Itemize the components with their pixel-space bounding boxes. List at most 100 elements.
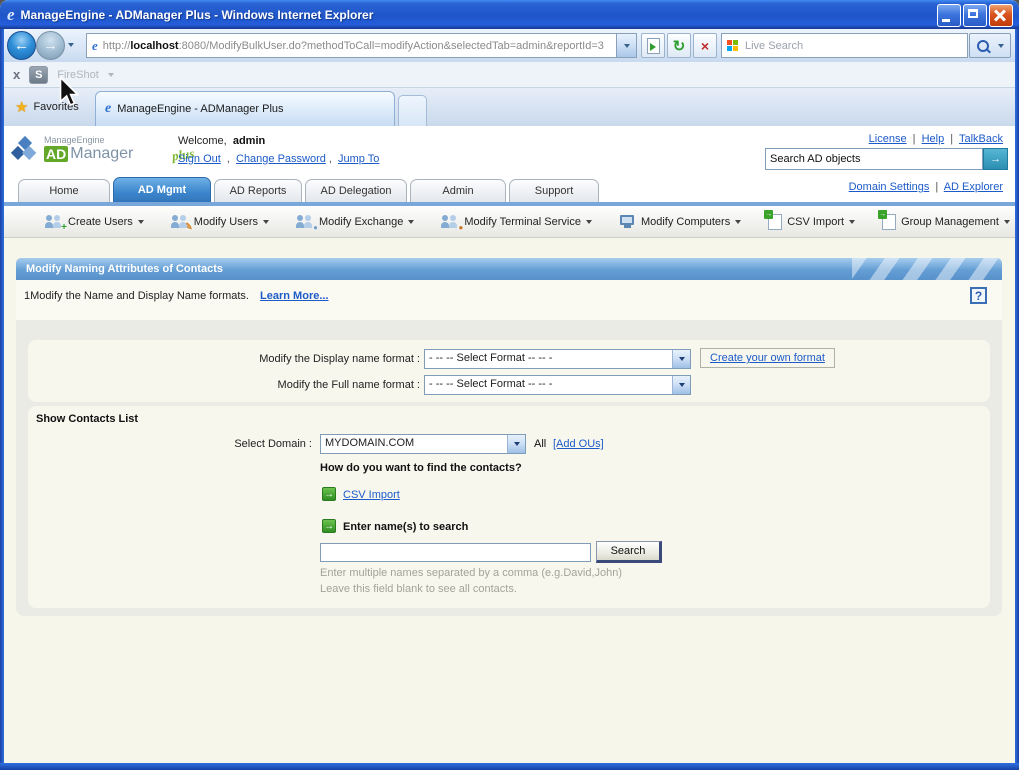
search-button[interactable]: Search [596,541,662,563]
fireshot-dropdown-icon[interactable] [107,72,114,77]
find-contacts-question: How do you want to find the contacts? [320,462,522,474]
ad-explorer-link[interactable]: AD Explorer [944,181,1003,193]
chevron-down-icon[interactable] [672,350,690,368]
toolbar-item-modify-users[interactable]: ✎ Modify Users [170,214,269,232]
tab-home[interactable]: Home [18,179,110,202]
tab-admin[interactable]: Admin [410,179,506,202]
main-nav: Home AD Mgmt AD Reports AD Delegation Ad… [0,176,1019,202]
header-stripes-decoration [852,258,1002,280]
select-domain-label: Select Domain : [234,438,312,450]
page-ie-icon: e [92,37,98,53]
users-exchange-icon: ● [295,214,318,232]
toolbar-item-csv-import[interactable]: → CSV Import [764,209,856,230]
action-toolbar: + Create Users ✎ Modify Users ● Modify E… [0,206,1019,238]
back-button[interactable]: ← [7,31,36,60]
browser-window: e ManageEngine - ADManager Plus - Window… [0,0,1019,770]
computers-icon [619,214,636,229]
tab-ad-reports[interactable]: AD Reports [214,179,302,202]
display-name-format-select[interactable]: - -- -- Select Format -- -- - [424,349,691,369]
domain-settings-link[interactable]: Domain Settings [849,181,930,193]
search-go-button[interactable]: → [983,148,1008,170]
users-terminal-icon: ● [441,214,463,232]
group-management-icon: → [878,209,897,230]
toolbar-item-group-management[interactable]: → Group Management [878,209,1010,230]
minimize-button[interactable] [937,4,961,27]
csv-import-icon: → [764,209,783,230]
window-border-right [1015,29,1019,770]
window-title: ManageEngine - ADManager Plus - Windows … [20,7,374,22]
active-tab-notch [155,206,171,213]
sign-out-link[interactable]: Sign Out [178,153,221,165]
forward-arrow-icon: → [43,37,58,54]
window-border-left [0,29,4,770]
jump-to-link[interactable]: Jump To [338,153,379,165]
question-mark-icon: ? [974,288,983,303]
talkback-link[interactable]: TalkBack [959,133,1003,145]
close-button[interactable] [989,4,1013,27]
history-dropdown-icon[interactable] [68,43,74,47]
address-dropdown-button[interactable] [616,34,636,57]
tab-bar: ★ Favorites e ManageEngine - ADManager P… [0,88,1019,127]
username: admin [232,135,266,147]
forward-button[interactable]: → [36,31,65,60]
capture-page-button[interactable] [641,33,665,58]
fireshot-toolbar: x S FireShot [0,62,1019,88]
search-ad-objects-input[interactable] [765,148,983,170]
chevron-down-icon [998,43,1004,48]
tab-title: ManageEngine - ADManager Plus [117,103,284,115]
address-bar[interactable]: e http://localhost:8080/ModifyBulkUser.d… [86,33,637,58]
live-search-go-button[interactable] [969,33,1011,58]
live-search-input[interactable] [743,38,967,53]
display-name-format-label: Modify the Display name format : [259,353,420,365]
add-ous-link[interactable]: [Add OUs] [553,438,604,450]
tab-ad-mgmt[interactable]: AD Mgmt [113,177,211,202]
toolbar-item-modify-exchange[interactable]: ● Modify Exchange [295,214,415,232]
chevron-down-icon [849,219,856,224]
chevron-down-icon [1003,219,1010,224]
change-password-link[interactable]: Change Password [236,153,326,165]
toolbar-item-create-users[interactable]: + Create Users [45,214,144,232]
panel-description-area: 1Modify the Name and Display Name format… [16,280,1002,320]
stop-button[interactable]: × [693,33,717,58]
browser-tab-active[interactable]: e ManageEngine - ADManager Plus [95,91,395,126]
names-search-input[interactable] [320,543,591,562]
all-label: All [534,438,547,450]
toolbar-item-modify-computers[interactable]: Modify Computers [619,214,742,229]
toolbar-close-icon[interactable]: x [13,67,20,82]
full-name-format-select[interactable]: - -- -- Select Format -- -- - [424,375,691,395]
domain-select[interactable]: MYDOMAIN.COM [320,434,526,454]
help-link[interactable]: Help [922,133,945,145]
create-own-format-button[interactable]: Create your own format [700,348,835,368]
refresh-button[interactable]: ↻ [667,33,691,58]
panel-header: Modify Naming Attributes of Contacts [16,258,1002,280]
chevron-down-icon[interactable] [507,435,525,453]
live-search-box[interactable] [721,33,968,58]
csv-import-link[interactable]: CSV Import [343,489,400,501]
license-link[interactable]: License [869,133,907,145]
page-go-icon [646,37,660,54]
logo-brand: ManageEngine [44,135,105,145]
new-tab-stub[interactable] [398,95,427,127]
windows-flag-icon [727,40,738,51]
learn-more-link[interactable]: Learn More... [260,290,328,302]
enter-names-label: Enter name(s) to search [343,521,469,533]
panel-description: 1Modify the Name and Display Name format… [24,290,249,302]
ie-logo-icon: e [7,4,15,24]
app-header: ManageEngine AD Manager plus Welcome, ad… [0,126,1019,176]
title-bar[interactable]: e ManageEngine - ADManager Plus - Window… [0,0,1019,29]
toolbar-item-modify-terminal-service[interactable]: ● Modify Terminal Service [441,214,592,232]
chevron-down-icon [262,219,269,224]
chevron-down-icon[interactable] [672,376,690,394]
help-button[interactable]: ? [970,287,987,304]
section-title: Show Contacts List [36,413,139,425]
star-icon: ★ [15,99,29,116]
chevron-down-icon [623,43,630,48]
go-arrow-icon: → [990,153,1001,165]
full-name-format-label: Modify the Full name format : [277,379,420,391]
url-text[interactable]: http://localhost:8080/ModifyBulkUser.do?… [103,40,616,52]
tab-support[interactable]: Support [509,179,599,202]
hint-line-1: Enter multiple names separated by a comm… [320,567,623,579]
refresh-icon: ↻ [672,37,686,55]
maximize-button[interactable] [963,4,987,27]
tab-ad-delegation[interactable]: AD Delegation [305,179,407,202]
